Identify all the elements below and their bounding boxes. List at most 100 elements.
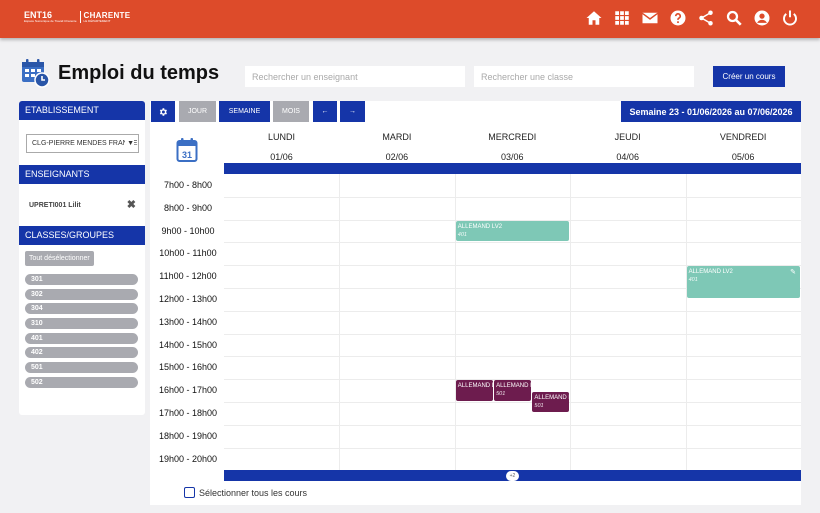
class-list[interactable]: 301 302 304 310 401 402 501 502	[19, 274, 145, 395]
previous-week-button[interactable]: ←	[313, 101, 337, 122]
home-icon[interactable]	[584, 8, 604, 28]
sidebar: ETABLISSEMENT CLG-PIERRE MENDES FRANCE ▼…	[19, 101, 145, 415]
settings-gear-button[interactable]	[151, 101, 175, 122]
day-header: LUNDI 01/06	[224, 130, 339, 163]
course-event[interactable]: ALLEMAND LV2 401 ✎	[686, 266, 800, 299]
class-pill[interactable]: 401	[25, 332, 138, 344]
event-title: ALLEMAND LV2	[496, 383, 531, 390]
course-event[interactable]: ALLEMAND LV2501	[532, 391, 570, 413]
class-pill[interactable]: 502	[25, 376, 138, 388]
hour-divider	[224, 333, 801, 335]
event-title: ALLEMAND LV2	[457, 223, 503, 230]
edit-pencil-icon[interactable]: ✎	[790, 268, 796, 276]
hour-label: 12h00 - 13h00	[158, 293, 218, 304]
remove-teacher-icon[interactable]: ✖	[127, 198, 136, 211]
class-pill[interactable]: 301	[25, 274, 138, 285]
etablissement-selected-value: CLG-PIERRE MENDES FRANCE	[32, 140, 138, 147]
share-icon[interactable]	[696, 8, 716, 28]
event-class: 401	[457, 231, 467, 238]
day-name: JEUDI	[614, 132, 641, 142]
teacher-name: UPRETI001 Lilit	[29, 201, 81, 209]
logo-charente-subtitle: LE DÉPARTEMENT	[83, 19, 111, 23]
hour-label: 9h00 - 10h00	[161, 225, 215, 236]
view-month-button[interactable]: MOIS	[273, 101, 309, 122]
svg-text:31: 31	[182, 150, 192, 160]
search-teacher-input[interactable]	[245, 66, 465, 87]
calendar-panel: JOUR SEMAINE MOIS ← → Semaine 23 - 01/06…	[150, 101, 801, 505]
mail-icon[interactable]	[640, 8, 660, 28]
hour-label: 18h00 - 19h00	[158, 430, 218, 441]
class-pill[interactable]: 304	[25, 303, 138, 315]
top-nav	[584, 8, 800, 28]
hour-divider	[224, 196, 801, 198]
week-grid[interactable]: ALLEMAND LV2 401 ALLEMAND LV2 401 ✎ ALLEMAND …	[224, 174, 801, 470]
select-all-label: Sélectionner tous les cours	[199, 487, 308, 498]
day-header: VENDREDI 05/06	[686, 130, 801, 163]
ent16-logo[interactable]: ENT16 Espace Numérique de Travail Charen…	[24, 11, 130, 23]
hour-label: 10h00 - 11h00	[159, 248, 217, 259]
search-class-input[interactable]	[474, 66, 694, 87]
hour-divider	[224, 310, 801, 312]
course-event[interactable]: ALLEMAND LV2	[455, 380, 493, 401]
next-week-button[interactable]: →	[340, 101, 365, 122]
hour-label: 8h00 - 9h00	[163, 202, 213, 213]
event-class: 501	[496, 391, 506, 398]
day-date: 04/06	[616, 152, 639, 162]
checkbox-box[interactable]	[184, 487, 195, 498]
hour-label: 17h00 - 18h00	[158, 407, 218, 418]
logo-separator	[79, 11, 81, 23]
power-icon[interactable]	[780, 8, 800, 28]
calendar-icon: 31	[176, 138, 198, 162]
view-day-button[interactable]: JOUR	[179, 101, 216, 122]
apps-grid-icon[interactable]	[612, 8, 632, 28]
day-name: VENDREDI	[719, 132, 767, 142]
event-title: ALLEMAND LV2	[534, 394, 569, 401]
gear-icon	[159, 107, 167, 116]
enseignants-header: ENSEIGNANTS	[19, 165, 145, 184]
day-name: MERCREDI	[488, 132, 537, 142]
day-name: MARDI	[382, 132, 412, 142]
hour-label: 16h00 - 17h00	[158, 385, 218, 396]
classes-header: CLASSES/GROUPES	[19, 226, 145, 245]
hour-label: 13h00 - 14h00	[158, 316, 218, 327]
hour-divider	[224, 447, 801, 449]
hour-divider	[224, 242, 801, 244]
hour-divider	[224, 402, 801, 403]
more-events-badge[interactable]: +2	[506, 471, 519, 481]
etablissement-header: ETABLISSEMENT	[19, 101, 145, 120]
help-icon[interactable]	[668, 8, 688, 28]
etablissement-select[interactable]: CLG-PIERRE MENDES FRANCE ▼	[26, 134, 139, 153]
top-bar: ENT16 Espace Numérique de Travail Charen…	[0, 0, 820, 38]
day-header: MARDI 02/06	[339, 130, 454, 163]
class-pill[interactable]: 310	[25, 318, 138, 330]
select-all-courses-checkbox[interactable]: Sélectionner tous les cours	[184, 487, 307, 498]
hour-divider	[224, 356, 801, 358]
deselect-all-button[interactable]: Tout désélectionner	[25, 251, 94, 266]
event-title: ALLEMAND LV2	[457, 383, 493, 390]
calendar-user-icon	[22, 59, 50, 88]
day-date: 05/06	[731, 152, 755, 162]
create-course-button[interactable]: Créer un cours	[713, 66, 785, 87]
day-date: 03/06	[501, 152, 524, 162]
day-header: MERCREDI 03/06	[455, 130, 570, 163]
class-pill[interactable]: 501	[25, 362, 138, 374]
chevron-down-icon: ▼	[125, 135, 134, 152]
view-week-button[interactable]: SEMAINE	[219, 101, 270, 122]
day-header: JEUDI 04/06	[570, 130, 685, 163]
user-icon[interactable]	[752, 8, 772, 28]
day-name: LUNDI	[267, 132, 295, 142]
all-day-bar	[224, 163, 801, 174]
search-icon[interactable]	[724, 8, 744, 28]
hour-column: 7h00 - 8h00 8h00 - 9h00 9h00 - 10h00 10h00 …	[150, 174, 224, 470]
day-date: 02/06	[385, 152, 409, 162]
teacher-item: UPRETI001 Lilit ✖	[19, 184, 145, 226]
course-event[interactable]: ALLEMAND LV2501	[494, 380, 531, 401]
class-pill[interactable]: 302	[25, 288, 138, 300]
week-range-label: Semaine 23 - 01/06/2026 au 07/06/2026	[621, 101, 801, 122]
course-event[interactable]: ALLEMAND LV2 401	[455, 220, 570, 242]
class-pill[interactable]: 402	[25, 347, 138, 359]
event-class: 501	[534, 402, 544, 409]
hour-label: 15h00 - 16h00	[158, 362, 218, 373]
hour-label: 14h00 - 15h00	[158, 339, 218, 350]
event-title: ALLEMAND LV2	[688, 269, 733, 276]
